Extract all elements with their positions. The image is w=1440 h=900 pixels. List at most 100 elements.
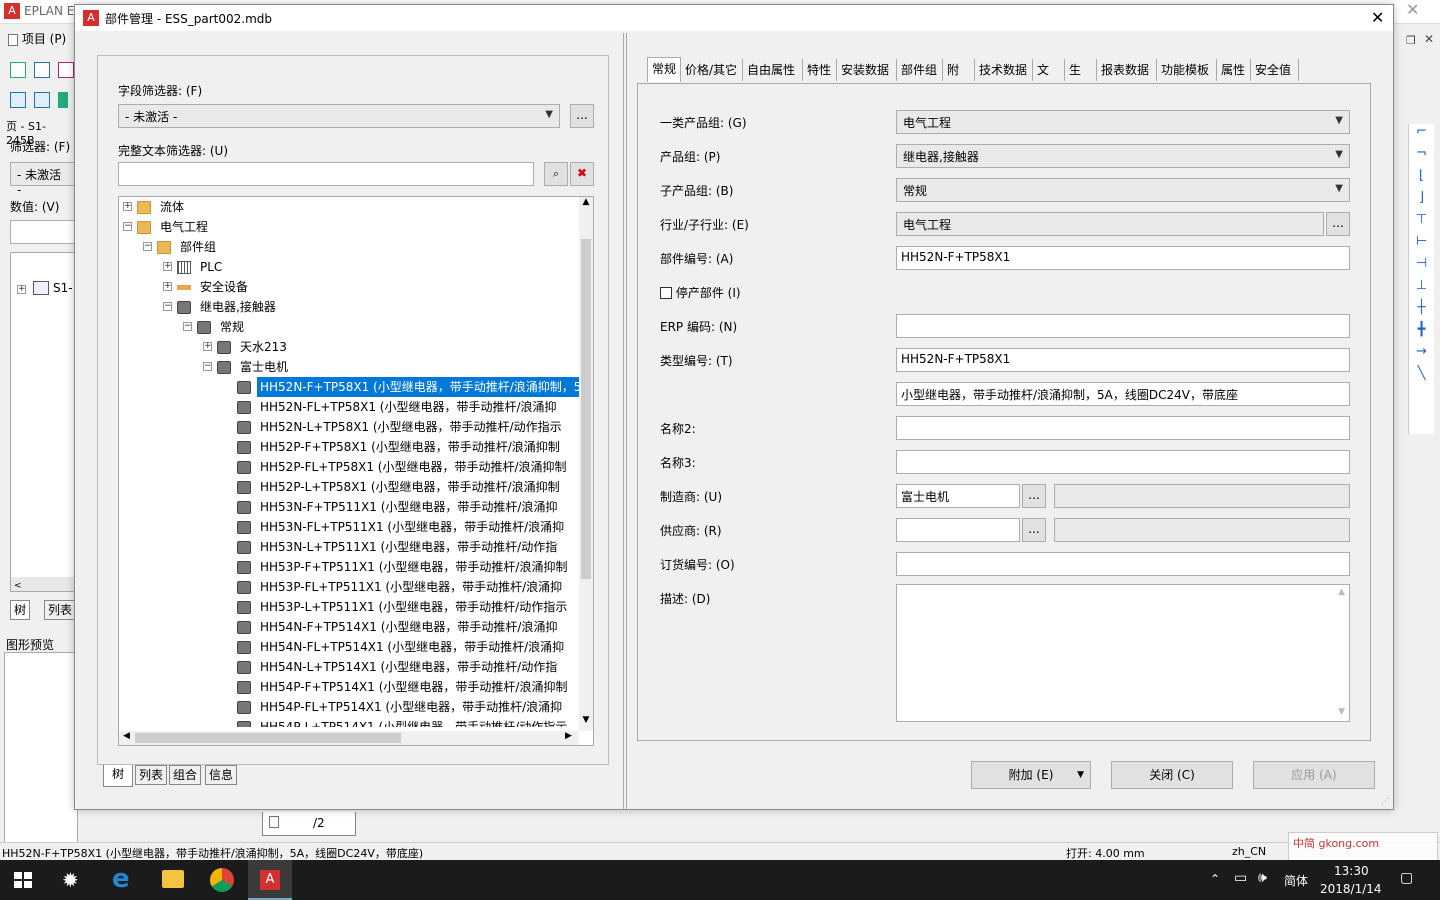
scroll-down-icon[interactable]: ▼ [579, 715, 593, 725]
chrome-icon[interactable] [210, 868, 234, 892]
expand-icon[interactable]: + [123, 202, 132, 211]
list-view-icon[interactable] [33, 92, 50, 108]
order-number-input[interactable] [896, 552, 1350, 576]
type-number-input[interactable]: HH52N-F+TP58X1 [896, 348, 1350, 372]
manufacturer-select-button[interactable]: ... [1022, 484, 1046, 508]
new-page-icon[interactable] [10, 62, 26, 78]
tree-item[interactable]: − 电气工程 [119, 217, 579, 237]
tab-10[interactable]: 报表数据 [1097, 59, 1157, 81]
tab-12[interactable]: 属性 [1217, 59, 1251, 81]
cross-junction-icon[interactable]: ╋ [1409, 322, 1434, 344]
arrow-connector-icon[interactable]: → [1409, 344, 1434, 366]
diagonal-connector-icon[interactable]: ╲ [1409, 366, 1434, 388]
tree-item[interactable]: HH52N-FL+TP58X1 (小型继电器，带手动推杆/浪涌抑 [119, 397, 579, 417]
expand-icon[interactable]: + [163, 262, 172, 271]
filter-combo[interactable]: - 未激活 - [10, 162, 76, 197]
scroll-down-icon[interactable]: ▼ [1338, 707, 1345, 717]
tree-item[interactable]: HH54P-F+TP514X1 (小型继电器，带手动推杆/浪涌抑制 [119, 677, 579, 697]
dialog-close-icon[interactable]: ✕ [1371, 8, 1384, 27]
scroll-up-icon[interactable]: ▲ [579, 197, 593, 207]
tree-item[interactable]: + 流体 [119, 197, 579, 217]
tree-hscroll-thumb[interactable] [135, 733, 401, 743]
tree-item[interactable]: HH52P-L+TP58X1 (小型继电器，带手动推杆/浪涌抑制 [119, 477, 579, 497]
collapse-icon[interactable]: − [123, 222, 132, 231]
supplier-input[interactable] [896, 518, 1020, 542]
binoculars-search-button[interactable]: ⌕ [544, 162, 568, 186]
tree-item[interactable]: HH53N-L+TP511X1 (小型继电器，带手动推杆/动作指 [119, 537, 579, 557]
properties-icon[interactable] [57, 62, 74, 78]
field-filter-combo[interactable]: - 未激活 - ▼ [118, 104, 560, 128]
corner-symbol-icon[interactable]: ⌊ [1409, 168, 1434, 190]
collapse-icon[interactable]: − [203, 362, 212, 371]
tree-item[interactable]: − 继电器,接触器 [119, 297, 579, 317]
tree-item[interactable]: − 部件组 [119, 237, 579, 257]
tab-11[interactable]: 功能模板 [1157, 59, 1217, 81]
tab-9[interactable]: 生产 [1065, 59, 1097, 99]
tree-item[interactable]: HH54P-FL+TP514X1 (小型继电器，带手动推杆/浪涌抑 [119, 697, 579, 717]
tree-item[interactable]: HH52N-L+TP58X1 (小型继电器，带手动推杆/动作指示 [119, 417, 579, 437]
notification-icon[interactable]: ▢ [1400, 870, 1413, 886]
tree-item[interactable]: HH53N-FL+TP511X1 (小型继电器，带手动推杆/浪涌抑 [119, 517, 579, 537]
tree-item[interactable]: HH53N-F+TP511X1 (小型继电器，带手动推杆/浪涌抑 [119, 497, 579, 517]
collapse-icon[interactable]: − [163, 302, 172, 311]
manufacturer-input[interactable]: 富士电机 [896, 484, 1020, 508]
expand-icon[interactable]: + [17, 285, 26, 294]
tab-1[interactable]: 价格/其它 [681, 59, 743, 81]
t-junction-icon[interactable]: ⊢ [1409, 234, 1434, 256]
t-junction-icon[interactable]: ⊣ [1409, 256, 1434, 278]
clock-time[interactable]: 13:30 [1334, 864, 1369, 878]
industry-edit-button[interactable]: ... [1326, 212, 1350, 236]
field-filter-edit-button[interactable]: ... [570, 104, 594, 128]
tree-item[interactable]: HH53P-FL+TP511X1 (小型继电器，带手动推杆/浪涌抑 [119, 577, 579, 597]
tree-item-s1[interactable]: S1- [53, 281, 73, 295]
t-junction-icon[interactable]: ⊥ [1409, 278, 1434, 300]
scroll-up-icon[interactable]: ▲ [1338, 587, 1345, 597]
tab-0[interactable]: 常规 [647, 57, 681, 82]
corner-symbol-icon[interactable]: ⌋ [1409, 190, 1434, 212]
scroll-left-icon[interactable]: ◀ [123, 731, 130, 741]
tree-item[interactable]: HH54P-L+TP514X1 (小型继电器，带手动推杆/动作指示 [119, 717, 579, 727]
clear-filter-button[interactable]: ✖ [570, 162, 594, 186]
cortana-icon[interactable]: ✹ [62, 868, 79, 892]
attach-button[interactable]: 附加 (E) ▼ [971, 761, 1091, 789]
page-tree-hscroll[interactable]: < [11, 577, 77, 591]
name2-input[interactable] [896, 416, 1350, 440]
tree-view-icon[interactable] [10, 92, 26, 108]
eplan-taskbar-icon[interactable]: A [248, 860, 292, 900]
pane-splitter[interactable] [623, 33, 627, 809]
windows-start-icon[interactable] [14, 872, 32, 888]
tree-item[interactable]: HH52P-F+TP58X1 (小型继电器，带手动推杆/浪涌抑制 [119, 437, 579, 457]
sub-group-combo[interactable]: 常规 ▼ [896, 178, 1350, 202]
product-group-combo[interactable]: 继电器,接触器 ▼ [896, 144, 1350, 168]
volume-icon[interactable]: 🕪 [1258, 870, 1267, 886]
tree-item[interactable]: + 安全设备 [119, 277, 579, 297]
tab-2[interactable]: 自由属性 [743, 59, 803, 81]
page-tab[interactable]: /2 [262, 812, 356, 836]
main-close-icon[interactable]: ✕ [1406, 0, 1419, 19]
part-number-input[interactable]: HH52N-F+TP58X1 [896, 246, 1350, 270]
expand-icon[interactable]: + [203, 342, 212, 351]
edge-browser-icon[interactable]: e [112, 864, 130, 894]
restore-icon[interactable]: ❐ [1406, 34, 1416, 47]
main-tab-list[interactable]: 列表 [44, 600, 77, 620]
tab-tree[interactable]: 树 [103, 765, 134, 787]
name3-input[interactable] [896, 450, 1350, 474]
description-textarea[interactable]: ▲ ▼ [896, 584, 1350, 722]
tray-chevron-icon[interactable]: ⌃ [1210, 872, 1220, 886]
collapse-icon[interactable]: − [183, 322, 192, 331]
part-tree[interactable]: + 流体 − 电气工程 − 部件组 + PLC + 安全设备 − 继电器,接触器 − 常规 + 天水213− 富… [118, 196, 594, 746]
file-explorer-icon[interactable] [162, 870, 184, 888]
erp-input[interactable] [896, 314, 1350, 338]
apply-button[interactable]: 应用 (A) [1253, 761, 1375, 789]
tab-7[interactable]: 技术数据 [975, 59, 1033, 81]
resize-grip-icon[interactable]: ⋰ [1381, 797, 1390, 807]
scroll-right-icon[interactable]: ▶ [565, 731, 572, 741]
t-junction-icon[interactable]: ⊤ [1409, 212, 1434, 234]
name1-input[interactable]: 小型继电器，带手动推杆/浪涌抑制，5A，线圈DC24V，带底座 [896, 382, 1350, 406]
discontinued-checkbox[interactable]: 停产部件 (I) [660, 284, 741, 301]
value-input[interactable] [10, 220, 76, 244]
network-icon[interactable]: ▭ [1234, 870, 1247, 886]
tree-item[interactable]: HH53P-L+TP511X1 (小型继电器，带手动推杆/动作指示 [119, 597, 579, 617]
doc-close-icon[interactable]: ✕ [1424, 32, 1434, 46]
expand-icon[interactable]: + [163, 282, 172, 291]
